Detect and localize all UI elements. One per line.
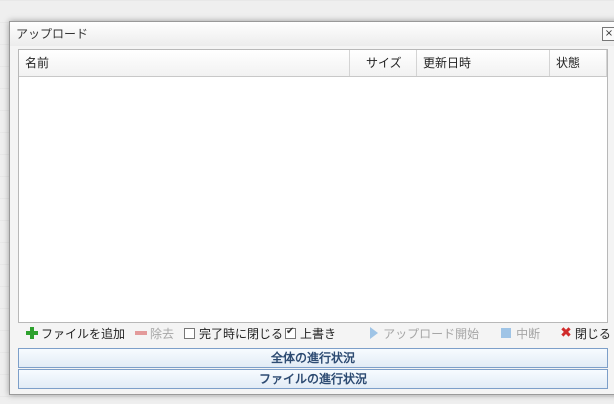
dialog-title: アップロード: [16, 27, 89, 41]
overall-progress-bar: 全体の進行状況: [18, 348, 608, 368]
overwrite-label: 上書き: [300, 326, 337, 341]
close-icon[interactable]: ×: [602, 27, 614, 41]
dialog-titlebar: アップロード ×: [10, 22, 614, 46]
remove-label: 除去: [150, 326, 175, 341]
remove-button[interactable]: 除去: [135, 325, 174, 342]
column-header-size[interactable]: サイズ: [350, 50, 417, 76]
close-on-complete-option[interactable]: 完了時に閉じる: [184, 325, 283, 342]
close-label: 閉じる: [574, 326, 611, 341]
close-on-complete-checkbox[interactable]: [184, 327, 196, 339]
abort-label: 中断: [516, 326, 541, 341]
start-upload-label: アップロード開始: [383, 326, 480, 341]
close-red-icon: ✖: [560, 325, 572, 341]
add-files-label: ファイルを追加: [41, 326, 126, 341]
plus-icon: [26, 327, 38, 339]
overwrite-checkbox[interactable]: [285, 326, 297, 339]
minus-icon: [135, 327, 148, 339]
start-upload-button[interactable]: アップロード開始: [370, 325, 479, 342]
close-on-complete-label: 完了時に閉じる: [199, 326, 284, 341]
column-header-modified[interactable]: 更新日時: [417, 50, 550, 76]
play-icon: [370, 327, 379, 339]
add-files-button[interactable]: ファイルを追加: [26, 325, 125, 342]
column-header-name[interactable]: 名前: [19, 50, 350, 76]
overall-progress-label: 全体の進行状況: [270, 351, 355, 365]
upload-dialog: アップロード × 名前 サイズ 更新日時 状態 ファイルを追加 除去 完了時に閉…: [9, 21, 614, 395]
file-list-body[interactable]: [19, 77, 607, 322]
file-progress-label: ファイルの進行状況: [258, 372, 367, 386]
overwrite-option[interactable]: 上書き: [285, 325, 336, 342]
abort-button[interactable]: 中断: [501, 325, 540, 342]
column-header-status[interactable]: 状態: [550, 50, 607, 76]
file-list-header: 名前 サイズ 更新日時 状態: [19, 50, 607, 77]
close-button[interactable]: ✖ 閉じる: [560, 325, 611, 342]
file-progress-bar: ファイルの進行状況: [18, 369, 608, 389]
file-list-panel: 名前 サイズ 更新日時 状態: [18, 49, 608, 323]
stop-icon: [501, 328, 512, 338]
upload-toolbar: ファイルを追加 除去 完了時に閉じる 上書き アップロード開始 中断 ✖ 閉じる: [18, 322, 611, 344]
